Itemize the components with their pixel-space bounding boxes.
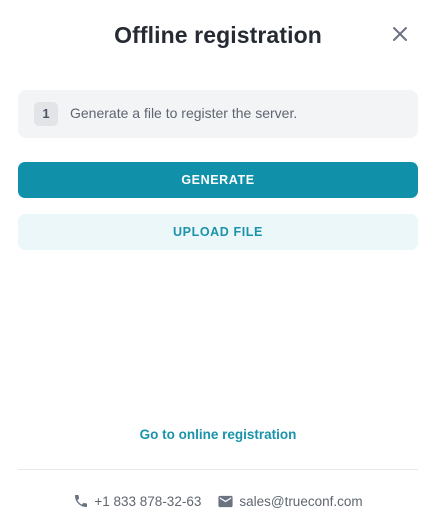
- generate-button[interactable]: GENERATE: [18, 162, 418, 198]
- phone-contact[interactable]: +1 833 878-32-63: [73, 493, 201, 509]
- step-instruction: 1 Generate a file to register the server…: [18, 90, 418, 138]
- online-registration-link[interactable]: Go to online registration: [0, 427, 436, 442]
- dialog-header: Offline registration: [0, 0, 436, 72]
- upload-file-button[interactable]: UPLOAD FILE: [18, 214, 418, 250]
- dialog-title: Offline registration: [114, 22, 322, 48]
- step-number-badge: 1: [34, 102, 58, 126]
- email-address: sales@trueconf.com: [239, 493, 363, 509]
- footer-divider: [18, 469, 418, 470]
- close-button[interactable]: [386, 22, 414, 50]
- email-icon: [217, 493, 234, 510]
- email-contact[interactable]: sales@trueconf.com: [217, 493, 363, 510]
- contacts-footer: +1 833 878-32-63 sales@trueconf.com: [0, 492, 436, 510]
- phone-icon: [73, 493, 89, 509]
- close-icon: [392, 26, 408, 47]
- phone-number: +1 833 878-32-63: [94, 493, 202, 509]
- offline-registration-dialog: Offline registration 1 Generate a file t…: [0, 0, 436, 526]
- step-text: Generate a file to register the server.: [70, 105, 298, 121]
